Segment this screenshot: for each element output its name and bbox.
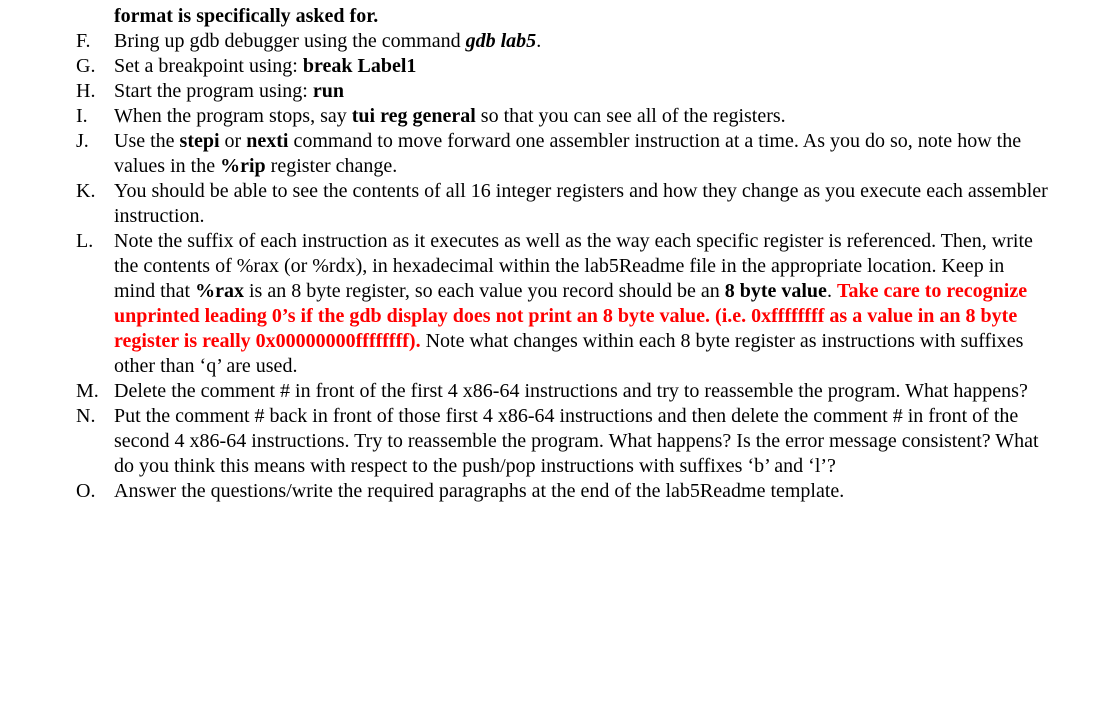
command: stepi: [180, 130, 220, 152]
text: so that you can see all of the registers…: [476, 105, 786, 127]
content-F: Bring up gdb debugger using the command …: [114, 29, 1048, 54]
continuation-text: format is specifically asked for.: [114, 5, 378, 27]
content-K: You should be able to see the contents o…: [114, 179, 1048, 229]
item-H: H. Start the program using: run: [40, 79, 1048, 104]
text: Set a breakpoint using:: [114, 55, 303, 77]
document-page: format is specifically asked for. F. Bri…: [0, 0, 1108, 504]
command: run: [313, 80, 344, 102]
command: break Label1: [303, 55, 417, 77]
item-I: I. When the program stops, say tui reg g…: [40, 104, 1048, 129]
content-N: Put the comment # back in front of those…: [114, 404, 1048, 479]
content-L: Note the suffix of each instruction as i…: [114, 229, 1048, 379]
marker-I: I.: [40, 104, 114, 129]
content-M: Delete the comment # in front of the fir…: [114, 379, 1048, 404]
text: Start the program using:: [114, 80, 313, 102]
text: is an 8 byte register, so each value you…: [244, 280, 725, 302]
continuation-line: format is specifically asked for.: [40, 4, 1048, 29]
marker-F: F.: [40, 29, 114, 54]
item-N: N. Put the comment # back in front of th…: [40, 404, 1048, 479]
content-G: Set a breakpoint using: break Label1: [114, 54, 1048, 79]
marker-M: M.: [40, 379, 114, 404]
instruction-list: F. Bring up gdb debugger using the comma…: [40, 29, 1048, 504]
emph: 8 byte value: [725, 280, 827, 302]
marker-N: N.: [40, 404, 114, 429]
register: %rip: [220, 155, 266, 177]
content-I: When the program stops, say tui reg gene…: [114, 104, 1048, 129]
item-M: M. Delete the comment # in front of the …: [40, 379, 1048, 404]
item-J: J. Use the stepi or nexti command to mov…: [40, 129, 1048, 179]
marker-O: O.: [40, 479, 114, 504]
command: gdb lab5: [466, 30, 537, 52]
marker-J: J.: [40, 129, 114, 154]
item-O: O. Answer the questions/write the requir…: [40, 479, 1048, 504]
text: Bring up gdb debugger using the command: [114, 30, 466, 52]
item-L: L. Note the suffix of each instruction a…: [40, 229, 1048, 379]
content-J: Use the stepi or nexti command to move f…: [114, 129, 1048, 179]
marker-L: L.: [40, 229, 114, 254]
item-G: G. Set a breakpoint using: break Label1: [40, 54, 1048, 79]
text: register change.: [266, 155, 398, 177]
text: .: [536, 30, 541, 52]
command: nexti: [246, 130, 288, 152]
text: .: [827, 280, 837, 302]
marker-G: G.: [40, 54, 114, 79]
marker-K: K.: [40, 179, 114, 204]
marker-H: H.: [40, 79, 114, 104]
command: tui reg general: [352, 105, 476, 127]
text: When the program stops, say: [114, 105, 352, 127]
item-F: F. Bring up gdb debugger using the comma…: [40, 29, 1048, 54]
content-H: Start the program using: run: [114, 79, 1048, 104]
register: %rax: [195, 280, 244, 302]
item-K: K. You should be able to see the content…: [40, 179, 1048, 229]
content-O: Answer the questions/write the required …: [114, 479, 1048, 504]
text: or: [220, 130, 247, 152]
text: Use the: [114, 130, 180, 152]
